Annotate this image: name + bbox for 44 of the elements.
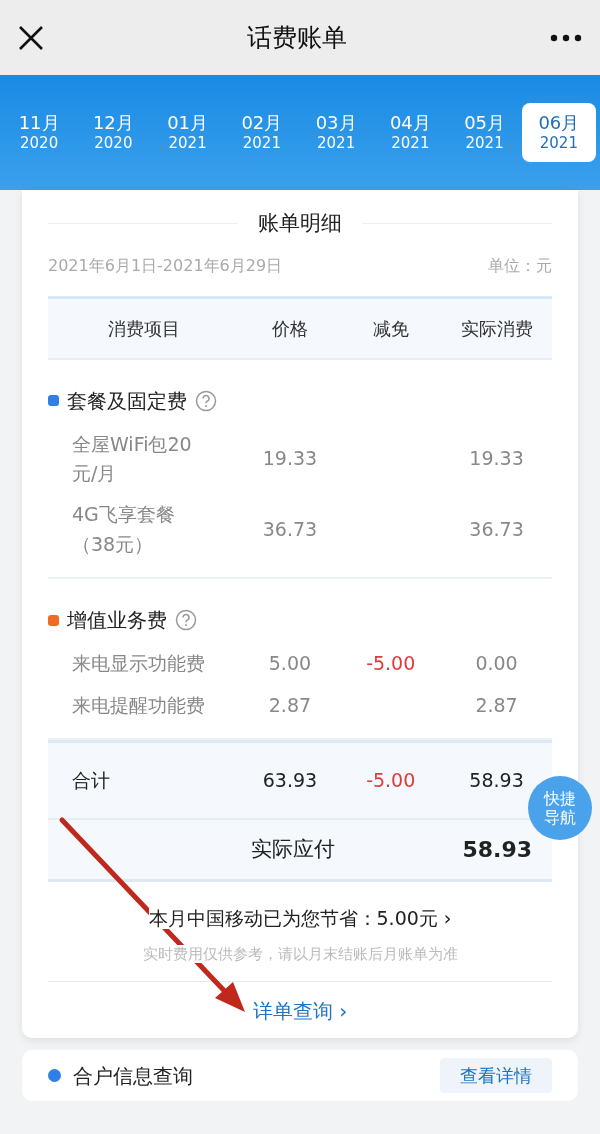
item-name: 全屋WiFi包20元/月 [72,432,192,484]
item-name: 来电提醒功能费 [72,693,205,716]
price-cell: 5.00 [268,652,312,675]
category-title: 套餐及固定费 [67,387,187,415]
month-tab[interactable]: 02月 2021 [224,103,299,162]
help-icon[interactable] [195,389,217,412]
item-name: 来电显示功能费 [72,652,205,675]
category-title: 增值业务费 [67,607,167,635]
month-tab[interactable]: 11月 2020 [2,103,77,162]
help-icon[interactable] [175,609,197,632]
column-header: 实际消费 [459,316,534,341]
actual-cell: 0.00 [475,652,518,675]
payable-label: 实际应付 [250,835,337,863]
month-tab[interactable]: 12月 2020 [76,103,151,162]
column-header: 减免 [371,316,410,341]
month-tab[interactable]: 04月 2021 [373,103,448,162]
discount-cell: -5.00 [366,769,416,792]
month-tab[interactable]: 01月 2021 [150,103,225,162]
savings-link[interactable]: 本月中国移动已为您节省：5.00元 › [148,907,452,930]
unit-label: 单位：元 [488,254,552,277]
account-title: 合户信息查询 [73,1062,193,1090]
column-header: 价格 [270,316,309,341]
page-title: 话费账单 [247,21,347,54]
section-title: 账单明细 [258,210,342,237]
column-header: 消费项目 [106,316,181,341]
disclaimer-text: 实时费用仅供参考，请以月末结账后月账单为准 [142,944,458,963]
price-cell: 19.33 [262,447,318,470]
view-details-button[interactable]: 查看详情 [440,1058,552,1094]
billing-period: 2021年6月1日-2021年6月29日 [48,254,283,277]
month-tab[interactable]: 06月 2021 [521,103,596,162]
more-icon[interactable] [550,33,582,42]
close-icon[interactable] [18,24,44,51]
month-tab[interactable]: 05月 2021 [447,103,522,162]
price-cell: 36.73 [262,518,318,541]
actual-cell: 2.87 [475,693,518,716]
price-cell: 2.87 [268,693,312,716]
actual-cell: 36.73 [469,518,524,541]
discount-cell: -5.00 [366,652,416,675]
price-cell: 63.93 [262,769,318,792]
total-label: 合计 [72,769,110,792]
item-name: 4G飞享套餐（38元） [72,503,175,555]
actual-cell: 58.93 [469,769,524,792]
actual-cell: 19.33 [469,447,524,470]
month-tab[interactable]: 03月 2021 [299,103,374,162]
